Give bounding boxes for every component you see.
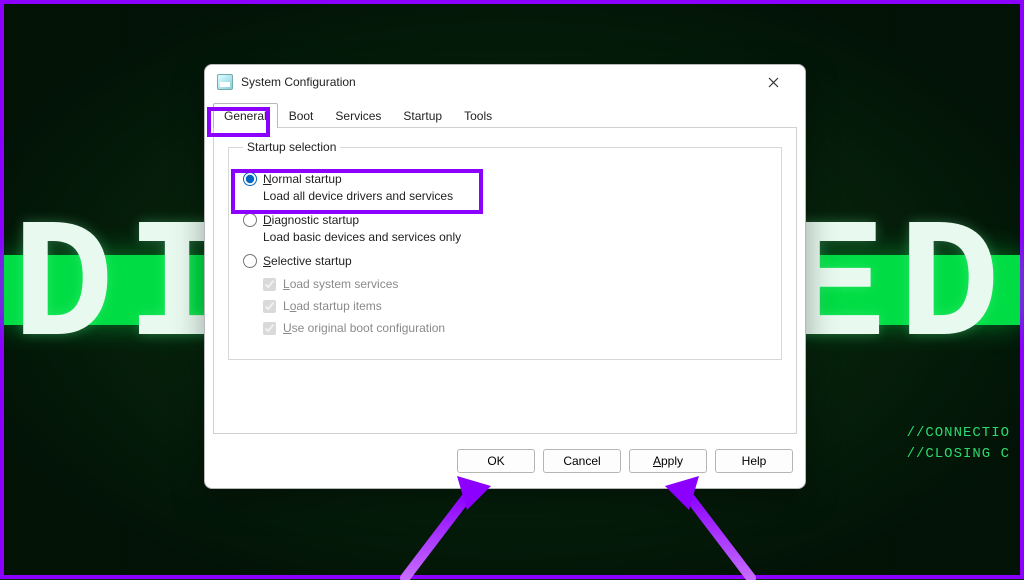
radio-normal-input[interactable]	[243, 172, 257, 186]
close-icon	[768, 77, 779, 88]
check-load-startup-items-label: Load startup items	[283, 299, 382, 313]
tabstrip: General Boot Services Startup Tools	[205, 99, 805, 127]
selective-subchecks: Load system services Load startup items …	[263, 277, 767, 335]
radio-diagnostic-label: Diagnostic startup	[263, 213, 359, 227]
check-load-system-services-label: Load system services	[283, 277, 398, 291]
tab-general[interactable]: General	[213, 103, 278, 128]
check-load-system-services: Load system services	[263, 277, 767, 291]
startup-selection-group: Startup selection Normal startup Load al…	[228, 140, 782, 360]
radio-diagnostic-startup[interactable]: Diagnostic startup	[243, 213, 767, 227]
option-normal: Normal startup Load all device drivers a…	[243, 172, 767, 203]
msconfig-icon	[217, 74, 233, 90]
tab-boot[interactable]: Boot	[278, 103, 325, 128]
close-button[interactable]	[753, 68, 793, 96]
check-load-system-services-input	[263, 278, 276, 291]
check-load-startup-items-input	[263, 300, 276, 313]
titlebar: System Configuration	[205, 65, 805, 99]
group-legend: Startup selection	[243, 140, 340, 154]
check-load-startup-items: Load startup items	[263, 299, 767, 313]
tab-tools[interactable]: Tools	[453, 103, 503, 128]
check-original-boot-config: Use original boot configuration	[263, 321, 767, 335]
radio-selective-startup[interactable]: Selective startup	[243, 254, 767, 268]
option-diagnostic: Diagnostic startup Load basic devices an…	[243, 213, 767, 244]
radio-selective-label: Selective startup	[263, 254, 352, 268]
tab-startup[interactable]: Startup	[392, 103, 453, 128]
radio-diagnostic-input[interactable]	[243, 213, 257, 227]
cancel-button[interactable]: Cancel	[543, 449, 621, 473]
radio-normal-desc: Load all device drivers and services	[263, 189, 767, 203]
check-original-boot-config-label: Use original boot configuration	[283, 321, 445, 335]
option-selective: Selective startup Load system services L…	[243, 254, 767, 335]
radio-diagnostic-desc: Load basic devices and services only	[263, 230, 767, 244]
dialog-title: System Configuration	[241, 75, 745, 89]
radio-normal-startup[interactable]: Normal startup	[243, 172, 767, 186]
help-button[interactable]: Help	[715, 449, 793, 473]
check-original-boot-config-input	[263, 322, 276, 335]
ok-button[interactable]: OK	[457, 449, 535, 473]
radio-selective-input[interactable]	[243, 254, 257, 268]
radio-normal-label: Normal startup	[263, 172, 342, 186]
apply-button[interactable]: Apply	[629, 449, 707, 473]
tab-panel-general: Startup selection Normal startup Load al…	[213, 127, 797, 434]
background-side-text: //CONNECTIO //CLOSING C	[907, 423, 1010, 465]
system-configuration-dialog: System Configuration General Boot Servic…	[204, 64, 806, 489]
tab-services[interactable]: Services	[324, 103, 392, 128]
dialog-footer: OK Cancel Apply Help	[205, 442, 805, 488]
